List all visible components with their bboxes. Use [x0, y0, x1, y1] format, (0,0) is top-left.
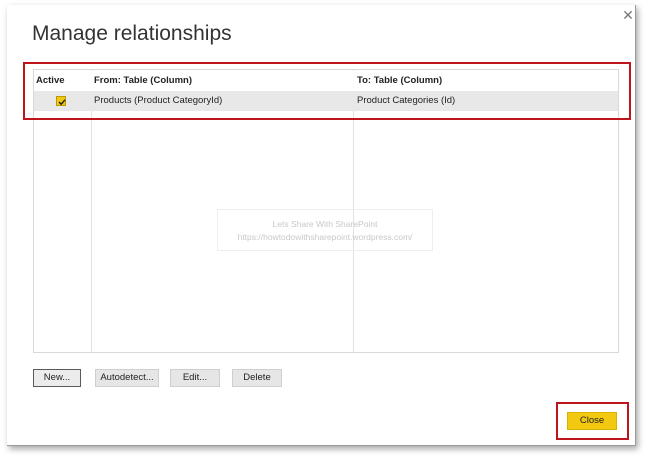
to-cell: Product Categories (Id): [357, 95, 456, 106]
watermark-line-1: Lets Share With SharePoint: [272, 219, 378, 229]
watermark-line-2: https://howtodowithsharepoint.wordpress.…: [237, 232, 413, 242]
close-icon[interactable]: ✕: [621, 8, 635, 22]
close-button[interactable]: Close: [567, 412, 617, 430]
active-checkbox[interactable]: [56, 96, 66, 106]
header-to[interactable]: To: Table (Column): [357, 71, 442, 91]
checkmark-icon: [58, 99, 66, 106]
table-row[interactable]: Products (Product CategoryId) Product Ca…: [34, 91, 618, 111]
header-from[interactable]: From: Table (Column): [94, 71, 192, 91]
table-header-row: Active From: Table (Column) To: Table (C…: [34, 71, 618, 91]
delete-button[interactable]: Delete: [232, 369, 282, 387]
edit-button[interactable]: Edit...: [170, 369, 220, 387]
dialog-title: Manage relationships: [32, 22, 232, 45]
from-cell: Products (Product CategoryId): [94, 95, 223, 106]
column-divider: [91, 70, 92, 352]
watermark: Lets Share With SharePoint https://howto…: [217, 209, 433, 251]
new-button[interactable]: New...: [33, 369, 81, 387]
header-active[interactable]: Active: [36, 71, 65, 91]
autodetect-button[interactable]: Autodetect...: [95, 369, 159, 387]
